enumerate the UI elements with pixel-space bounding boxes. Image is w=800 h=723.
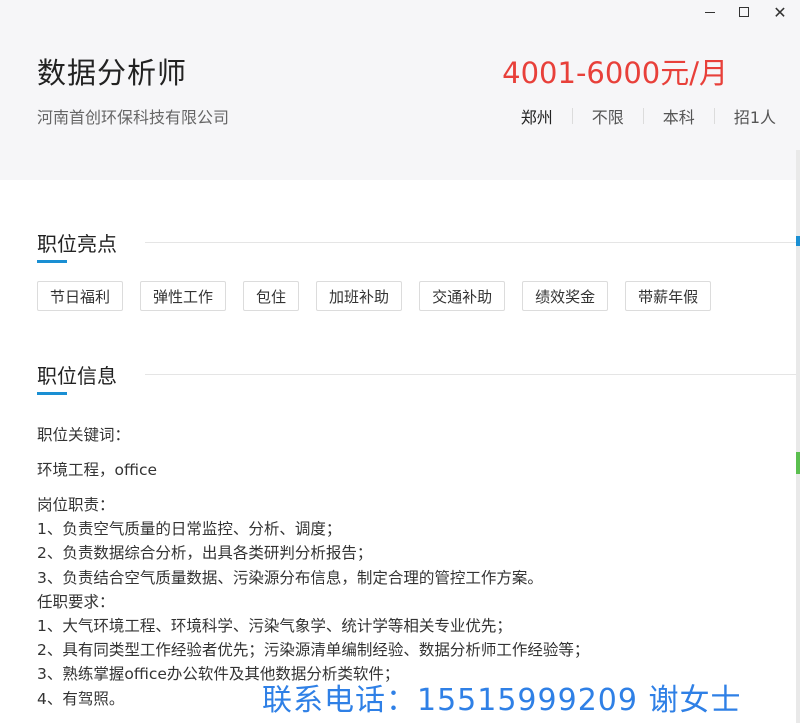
description-line: 2、具有同类型工作经验者优先；污染源清单编制经验、数据分析师工作经验等； <box>37 641 590 660</box>
section-accent-bar <box>37 392 67 395</box>
window-titlebar: ✕ <box>0 0 800 24</box>
highlights-section-header: 职位亮点 <box>37 228 797 263</box>
contact-overlay: 联系电话：15515999209 谢女士 <box>262 683 742 718</box>
highlight-tag: 绩效奖金 <box>522 281 609 311</box>
job-meta: 郑州 不限 本科 招1人 <box>502 104 776 128</box>
highlight-tag: 加班补助 <box>316 281 403 311</box>
minimize-icon <box>705 11 715 13</box>
job-education: 本科 <box>662 108 695 127</box>
keywords-label: 职位关键词： <box>37 426 131 444</box>
highlight-tag: 节日福利 <box>37 281 124 311</box>
section-divider <box>145 374 797 375</box>
job-headcount: 招1人 <box>733 108 776 127</box>
description-line: 2、负责数据综合分析，出具各类研判分析报告； <box>37 544 373 563</box>
company-name[interactable]: 河南首创环保科技有限公司 <box>37 104 229 128</box>
info-heading: 职位信息 <box>37 364 117 388</box>
description-line: 1、负责空气质量的日常监控、分析、调度； <box>37 520 342 539</box>
job-header: 数据分析师 4001-6000元/月 河南首创环保科技有限公司 郑州 不限 本科… <box>0 24 800 180</box>
maximize-icon <box>739 7 749 17</box>
close-icon: ✕ <box>773 2 787 22</box>
job-city: 郑州 <box>520 108 553 127</box>
job-title: 数据分析师 <box>37 56 188 90</box>
highlight-tag: 带薪年假 <box>625 281 712 311</box>
highlight-tag: 交通补助 <box>419 281 506 311</box>
section-accent-bar <box>37 260 67 263</box>
info-section-header: 职位信息 <box>37 360 797 395</box>
highlight-tags: 节日福利 弹性工作 包住 加班补助 交通补助 绩效奖金 带薪年假 <box>37 281 728 311</box>
description-line: 3、负责结合空气质量数据、污染源分布信息，制定合理的管控工作方案。 <box>37 568 543 587</box>
maximize-button[interactable] <box>730 2 758 22</box>
edge-accent <box>796 452 800 474</box>
close-button[interactable]: ✕ <box>766 2 794 22</box>
highlight-tag: 弹性工作 <box>140 281 227 311</box>
description-line: 1、大气环境工程、环境科学、污染气象学、统计学等相关专业优先； <box>37 617 512 636</box>
section-divider <box>145 242 797 243</box>
highlight-tag: 包住 <box>243 281 300 311</box>
keywords-value: 环境工程，office <box>37 461 158 479</box>
minimize-button[interactable] <box>696 2 724 22</box>
job-salary: 4001-6000元/月 <box>502 56 728 90</box>
description-line: 任职要求： <box>37 592 115 611</box>
job-experience: 不限 <box>591 108 624 127</box>
edge-accent <box>796 236 800 246</box>
description-line: 岗位职责： <box>37 496 115 514</box>
highlights-heading: 职位亮点 <box>37 232 117 256</box>
